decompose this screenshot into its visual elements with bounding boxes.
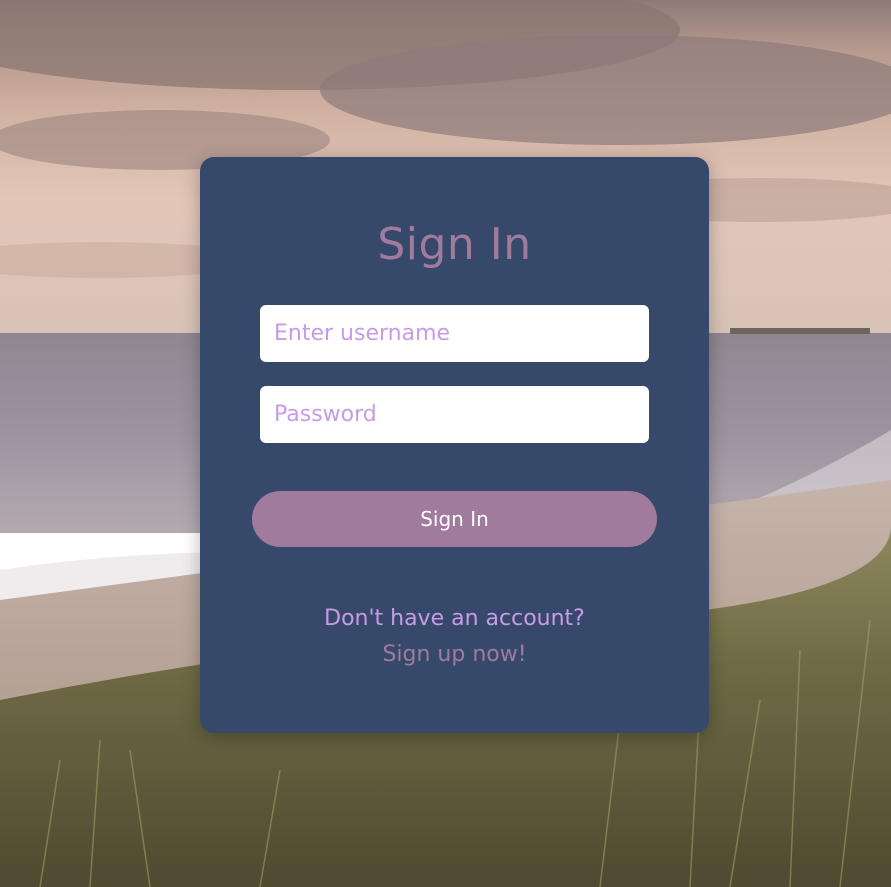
page-title: Sign In: [377, 219, 532, 270]
sign-in-button[interactable]: Sign In: [252, 491, 657, 547]
username-input[interactable]: [260, 305, 649, 362]
sign-up-link[interactable]: Sign up now!: [200, 637, 709, 673]
signup-prompt: Don't have an account?: [324, 606, 585, 631]
sign-in-card: Sign In Sign In Don't have an account? S…: [200, 157, 709, 733]
password-input[interactable]: [260, 386, 649, 443]
